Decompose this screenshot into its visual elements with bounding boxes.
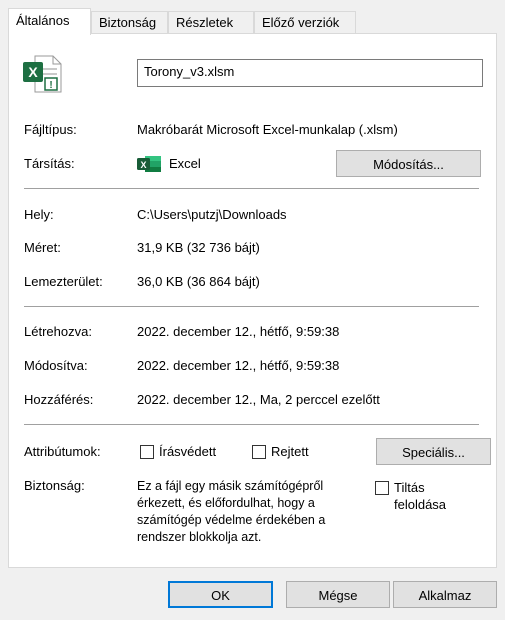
- attributes-label: Attribútumok:: [24, 444, 101, 459]
- svg-text:X: X: [140, 160, 146, 170]
- association-label: Társítás:: [24, 156, 75, 171]
- svg-text:!: !: [49, 80, 52, 91]
- excel-app-icon: X: [137, 154, 161, 174]
- filename-field[interactable]: Torony_v3.xlsm: [137, 59, 483, 87]
- readonly-label[interactable]: Írásvédett: [159, 444, 216, 459]
- created-label: Létrehozva:: [24, 324, 92, 339]
- ok-button[interactable]: OK: [168, 581, 273, 608]
- modified-label: Módosítva:: [24, 358, 88, 373]
- divider: [24, 188, 479, 189]
- unblock-checkbox[interactable]: [375, 481, 389, 495]
- divider: [24, 424, 479, 425]
- svg-text:X: X: [28, 64, 38, 80]
- size-label: Méret:: [24, 240, 61, 255]
- location-label: Hely:: [24, 207, 54, 222]
- security-description: Ez a fájl egy másik számítógépről érkeze…: [137, 479, 326, 544]
- hidden-label[interactable]: Rejtett: [271, 444, 309, 459]
- tab-details[interactable]: Részletek: [168, 11, 254, 33]
- disk-size-label: Lemezterület:: [24, 274, 103, 289]
- security-label: Biztonság:: [24, 478, 85, 493]
- apply-button[interactable]: Alkalmaz: [393, 581, 497, 608]
- disk-size-value: 36,0 KB (36 864 bájt): [137, 274, 260, 289]
- accessed-value: 2022. december 12., Ma, 2 perccel ezelőt…: [137, 392, 380, 407]
- change-button[interactable]: Módosítás...: [336, 150, 481, 177]
- advanced-button[interactable]: Speciális...: [376, 438, 491, 465]
- size-value: 31,9 KB (32 736 bájt): [137, 240, 260, 255]
- divider: [24, 306, 479, 307]
- location-value: C:\Users\putzj\Downloads: [137, 207, 287, 222]
- excel-macro-file-icon: X !: [23, 54, 63, 94]
- cancel-button[interactable]: Mégse: [286, 581, 390, 608]
- modified-value: 2022. december 12., hétfő, 9:59:38: [137, 358, 340, 373]
- tab-general[interactable]: Általános: [8, 8, 91, 35]
- tab-previous-versions[interactable]: Előző verziók: [254, 11, 356, 33]
- filetype-label: Fájltípus:: [24, 122, 77, 137]
- general-panel: X ! Torony_v3.xlsm Fájltípus: Makróbarát…: [8, 33, 497, 568]
- association-app-name: Excel: [169, 156, 201, 171]
- accessed-label: Hozzáférés:: [24, 392, 94, 407]
- unblock-label[interactable]: Tiltás feloldása: [394, 479, 474, 513]
- hidden-checkbox[interactable]: [252, 445, 266, 459]
- created-value: 2022. december 12., hétfő, 9:59:38: [137, 324, 340, 339]
- filetype-value: Makróbarát Microsoft Excel-munkalap (.xl…: [137, 122, 398, 137]
- tab-security[interactable]: Biztonság: [91, 11, 168, 33]
- readonly-checkbox[interactable]: [140, 445, 154, 459]
